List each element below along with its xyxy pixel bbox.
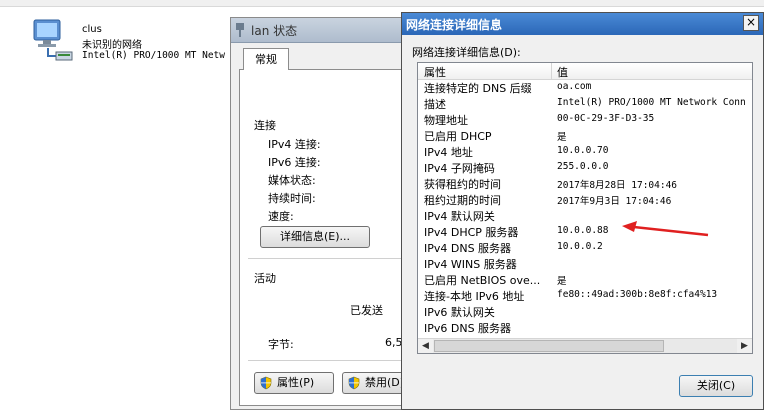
table-row[interactable]: IPv4 子网掩码 255.0.0.0 (418, 159, 752, 175)
bytes-sent-value: 6,5 (385, 336, 403, 349)
table-row[interactable]: IPv4 地址 10.0.0.70 (418, 143, 752, 159)
property-cell: IPv4 DNS 服务器 (424, 242, 512, 255)
horizontal-scrollbar[interactable]: ◀ ▶ (418, 338, 752, 353)
property-cell: IPv4 DHCP 服务器 (424, 226, 519, 239)
table-row[interactable]: 获得租约的时间 2017年8月28日 17:04:46 (418, 175, 752, 191)
value-cell: 10.0.0.88 (557, 225, 609, 236)
status-title-bar[interactable]: lan 状态 (231, 18, 404, 43)
table-row[interactable]: 描述 Intel(R) PRO/1000 MT Network Conn (418, 95, 752, 111)
property-cell: 已启用 NetBIOS ove... (424, 274, 541, 287)
property-cell: 物理地址 (424, 114, 468, 127)
table-row[interactable]: 已启用 NetBIOS ove... 是 (418, 271, 752, 287)
general-tab-panel: 连接 IPv4 连接: IPv6 连接: 媒体状态: 持续时间: 速度: 详细信… (239, 69, 412, 406)
table-row[interactable]: IPv4 DNS 服务器 10.0.0.2 (418, 239, 752, 255)
column-divider[interactable] (551, 63, 552, 79)
connection-name: clus (82, 24, 102, 35)
scrollbar-thumb[interactable] (434, 340, 664, 352)
status-window-title: lan 状态 (251, 24, 298, 38)
properties-button[interactable]: 属性(P) (254, 372, 334, 394)
connection-group-label: 连接 (254, 119, 276, 132)
network-icon (236, 23, 244, 37)
property-cell: IPv6 默认网关 (424, 306, 495, 319)
uac-shield-icon (348, 376, 360, 390)
status-window: lan 状态 连接 IPv4 连接: IPv6 连接: 媒体状态: 持续时间: … (230, 17, 412, 410)
duration-label: 持续时间: (268, 192, 316, 205)
value-cell: 是 (557, 132, 567, 143)
table-row[interactable]: 已启用 DHCP 是 (418, 127, 752, 143)
property-cell: 获得租约的时间 (424, 178, 501, 191)
details-dialog: 网络连接详细信息 × 网络连接详细信息(D): 属性 值 连接特定的 DNS 后… (401, 12, 764, 410)
property-cell: IPv4 WINS 服务器 (424, 258, 517, 271)
scroll-right-icon[interactable]: ▶ (737, 339, 752, 353)
property-cell: IPv6 DNS 服务器 (424, 322, 512, 335)
properties-button-label: 属性(P) (277, 376, 315, 389)
disable-button-label: 禁用(D) (365, 376, 405, 389)
scroll-left-icon[interactable]: ◀ (418, 339, 433, 353)
bytes-label: 字节: (268, 338, 294, 351)
uac-shield-icon (260, 376, 272, 390)
property-cell: 描述 (424, 98, 446, 111)
menu-bar (0, 0, 764, 7)
table-row[interactable]: IPv4 WINS 服务器 (418, 255, 752, 271)
details-dialog-title: 网络连接详细信息 (406, 18, 503, 32)
annotation-arrow (622, 221, 709, 237)
table-row[interactable]: IPv6 默认网关 (418, 303, 752, 319)
connection-adapter: Intel(R) PRO/1000 MT Netw (82, 50, 225, 61)
value-cell: fe80::49ad:300b:8e8f:cfa4%13 (557, 289, 718, 300)
divider (248, 360, 408, 361)
table-row[interactable]: 连接特定的 DNS 后缀 oa.com (418, 79, 752, 95)
table-row[interactable]: 租约过期的时间 2017年9月3日 17:04:46 (418, 191, 752, 207)
property-cell: IPv4 子网掩码 (424, 162, 495, 175)
details-list[interactable]: 属性 值 连接特定的 DNS 后缀 oa.com 描述 Intel(R) PRO/10… (417, 62, 753, 354)
list-header: 属性 值 (418, 63, 752, 80)
close-icon[interactable]: × (743, 15, 759, 31)
value-cell: 255.0.0.0 (557, 161, 609, 172)
table-row[interactable]: 连接-本地 IPv6 地址 fe80::49ad:300b:8e8f:cfa4%1… (418, 287, 752, 303)
value-cell: oa.com (557, 81, 592, 92)
media-state-label: 媒体状态: (268, 174, 316, 187)
value-cell: 2017年9月3日 17:04:46 (557, 196, 672, 207)
activity-group-label: 活动 (254, 272, 276, 285)
details-title-bar[interactable]: 网络连接详细信息 × (402, 13, 763, 35)
property-cell: IPv4 默认网关 (424, 210, 495, 223)
speed-label: 速度: (268, 210, 294, 223)
divider (248, 258, 408, 259)
value-cell: 10.0.0.2 (557, 241, 603, 252)
tab-general[interactable]: 常规 (243, 48, 289, 70)
value-cell: 2017年8月28日 17:04:46 (557, 180, 678, 191)
details-rows: 连接特定的 DNS 后缀 oa.com 描述 Intel(R) PRO/1000 MT… (418, 79, 752, 335)
value-cell: 10.0.0.70 (557, 145, 609, 156)
value-cell: 00-0C-29-3F-D3-35 (557, 113, 655, 124)
details-caption: 网络连接详细信息(D): (412, 46, 521, 59)
property-cell: 租约过期的时间 (424, 194, 501, 207)
ipv4-connectivity-label: IPv4 连接: (268, 138, 321, 151)
connection-status: 未识别的网络 (82, 40, 142, 51)
column-header-property[interactable]: 属性 (424, 64, 446, 80)
property-cell: 连接特定的 DNS 后缀 (424, 82, 532, 95)
value-cell: 是 (557, 276, 567, 287)
column-header-value[interactable]: 值 (557, 64, 568, 80)
network-adapter-icon (33, 19, 73, 61)
property-cell: IPv4 地址 (424, 146, 473, 159)
property-cell: 连接-本地 IPv6 地址 (424, 290, 525, 303)
ipv6-connectivity-label: IPv6 连接: (268, 156, 321, 169)
table-row[interactable]: IPv6 DNS 服务器 (418, 319, 752, 335)
value-cell: Intel(R) PRO/1000 MT Network Conn (557, 97, 746, 108)
close-button[interactable]: 关闭(C) (679, 375, 753, 397)
details-button[interactable]: 详细信息(E)... (260, 226, 370, 248)
network-connection-item[interactable]: clus 未识别的网络 Intel(R) PRO/1000 MT Netw (30, 18, 230, 68)
sent-label: 已发送 (350, 304, 383, 317)
table-row[interactable]: 物理地址 00-0C-29-3F-D3-35 (418, 111, 752, 127)
property-cell: 已启用 DHCP (424, 130, 492, 143)
